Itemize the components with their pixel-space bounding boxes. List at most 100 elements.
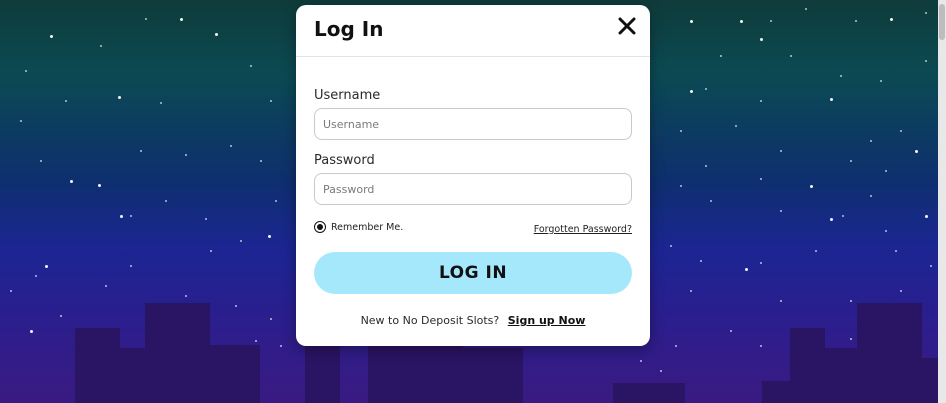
star: [915, 150, 918, 153]
star: [185, 154, 187, 156]
star: [268, 235, 271, 238]
star: [850, 160, 852, 162]
star: [45, 265, 48, 268]
star: [885, 170, 887, 172]
star: [925, 12, 927, 14]
star: [870, 195, 872, 197]
star: [70, 180, 73, 183]
username-label: Username: [314, 88, 381, 103]
star: [10, 290, 12, 292]
building: [922, 358, 938, 403]
building: [305, 345, 340, 403]
star: [25, 70, 27, 72]
star: [900, 290, 902, 292]
star: [810, 185, 813, 188]
signup-prompt: New to No Deposit Slots?: [360, 314, 500, 327]
star: [870, 140, 872, 142]
radio-dot: [317, 224, 323, 230]
star: [830, 218, 833, 221]
building: [790, 328, 825, 403]
star: [770, 20, 772, 22]
star: [925, 215, 928, 218]
star: [855, 20, 857, 22]
star: [275, 200, 277, 202]
building: [210, 345, 260, 403]
building: [463, 348, 523, 403]
star: [140, 150, 142, 152]
star: [215, 33, 218, 36]
star: [250, 65, 252, 67]
building: [825, 348, 857, 403]
building: [762, 381, 790, 403]
star: [842, 215, 844, 217]
star: [270, 100, 272, 102]
star: [210, 250, 212, 252]
signup-link[interactable]: Sign up Now: [508, 314, 586, 327]
star: [230, 145, 232, 147]
signup-row: New to No Deposit Slots? Sign up Now: [296, 314, 650, 327]
star: [105, 285, 107, 287]
star: [670, 245, 672, 247]
star: [705, 165, 707, 167]
login-modal: Log In Username Password Remember Me. Fo…: [296, 5, 650, 346]
modal-header: Log In: [296, 5, 650, 57]
username-input[interactable]: [314, 108, 632, 140]
scrollbar-thumb[interactable]: [939, 4, 945, 40]
star: [760, 100, 762, 102]
building: [75, 328, 120, 403]
login-button[interactable]: LOG IN: [314, 252, 632, 294]
star: [740, 20, 743, 23]
star: [830, 98, 833, 101]
radio-selected-icon[interactable]: [314, 221, 326, 233]
star: [890, 18, 893, 21]
star: [40, 160, 42, 162]
star: [205, 218, 207, 220]
star: [720, 55, 722, 57]
star: [260, 160, 262, 162]
star: [160, 102, 162, 104]
star: [98, 184, 101, 187]
star: [100, 45, 102, 47]
building: [145, 303, 210, 403]
building: [368, 341, 463, 403]
star: [895, 250, 897, 252]
close-icon[interactable]: [614, 13, 640, 39]
password-label: Password: [314, 153, 375, 168]
star: [925, 60, 927, 62]
star: [145, 18, 147, 20]
star: [690, 90, 693, 93]
star: [118, 96, 121, 99]
star: [65, 100, 67, 102]
star: [690, 290, 692, 292]
star: [680, 130, 682, 132]
star: [930, 265, 932, 267]
forgotten-password-link[interactable]: Forgotten Password?: [534, 224, 632, 235]
star: [50, 35, 53, 38]
modal-title: Log In: [314, 17, 384, 41]
star: [880, 80, 882, 82]
star: [760, 178, 762, 180]
star: [705, 88, 707, 90]
star: [240, 240, 242, 242]
star: [180, 18, 183, 21]
star: [805, 8, 807, 10]
star: [130, 265, 132, 267]
building: [120, 348, 145, 403]
star: [120, 215, 123, 218]
star: [130, 215, 132, 217]
star: [790, 55, 792, 57]
password-input[interactable]: [314, 173, 632, 205]
star: [815, 250, 817, 252]
star: [760, 38, 763, 41]
building: [613, 383, 685, 403]
star: [840, 75, 842, 77]
star: [680, 185, 682, 187]
building: [857, 303, 922, 403]
remember-me-option[interactable]: Remember Me.: [314, 221, 403, 233]
star: [780, 150, 782, 152]
star: [690, 20, 693, 23]
star: [20, 120, 22, 122]
page-scrollbar[interactable]: [938, 0, 946, 403]
star: [165, 200, 167, 202]
star: [700, 260, 702, 262]
